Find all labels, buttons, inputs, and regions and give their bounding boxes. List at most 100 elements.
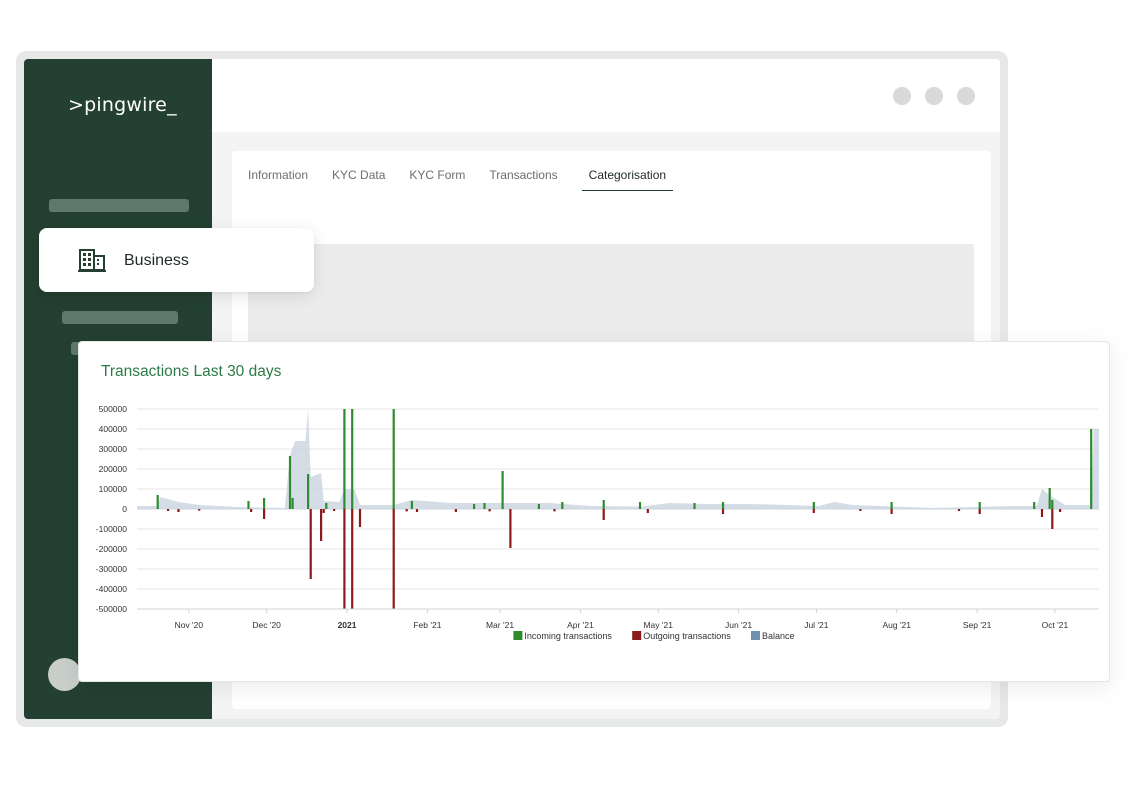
- incoming-bar: [812, 502, 815, 509]
- outgoing-bar: [859, 509, 862, 511]
- tab-bar: Information KYC Data KYC Form Transactio…: [248, 168, 674, 191]
- outgoing-bar: [320, 509, 323, 541]
- balance-area: [137, 409, 1099, 509]
- app-logo[interactable]: >pingwire_: [68, 94, 177, 116]
- window-dot-icon[interactable]: [925, 87, 943, 105]
- sidebar-nav-placeholder[interactable]: [49, 199, 189, 212]
- legend-label: Incoming transactions: [524, 631, 612, 641]
- incoming-bar: [307, 474, 310, 509]
- y-tick-label: -500000: [96, 604, 127, 614]
- x-tick-label: Apr '21: [567, 620, 594, 630]
- incoming-bar: [392, 409, 395, 509]
- outgoing-bar: [721, 509, 725, 514]
- incoming-bar: [156, 495, 159, 509]
- tab-information[interactable]: Information: [248, 168, 320, 191]
- incoming-bar: [638, 502, 642, 509]
- x-tick-label: Feb '21: [413, 620, 441, 630]
- outgoing-bar: [309, 509, 312, 579]
- legend-label: Balance: [762, 631, 795, 641]
- incoming-bar: [247, 501, 250, 509]
- incoming-bar: [693, 503, 696, 509]
- y-tick-label: -100000: [96, 524, 127, 534]
- tab-transactions[interactable]: Transactions: [477, 168, 569, 191]
- incoming-bar: [410, 501, 413, 509]
- incoming-bar: [343, 409, 346, 509]
- x-tick-label: Aug '21: [882, 620, 911, 630]
- sidebar-nav-placeholder[interactable]: [62, 311, 178, 324]
- outgoing-bar: [454, 509, 457, 512]
- incoming-bar: [1090, 429, 1093, 509]
- x-tick-label: Jun '21: [725, 620, 752, 630]
- outgoing-bar: [553, 509, 556, 512]
- outgoing-bar: [890, 509, 893, 514]
- outgoing-bar: [351, 509, 354, 609]
- y-tick-label: 100000: [99, 484, 128, 494]
- incoming-bar: [351, 409, 354, 509]
- incoming-bar: [483, 503, 486, 509]
- outgoing-bar: [1051, 509, 1054, 529]
- outgoing-bar: [333, 509, 336, 511]
- incoming-bar: [291, 498, 294, 509]
- incoming-bar: [288, 456, 292, 509]
- x-tick-label: Mar '21: [486, 620, 514, 630]
- incoming-bar: [978, 502, 981, 509]
- building-icon: [78, 249, 106, 272]
- legend-swatch: [632, 631, 642, 640]
- content-placeholder: [248, 244, 974, 354]
- user-avatar[interactable]: [48, 658, 81, 691]
- transactions-chart-panel: Transactions Last 30 days 500000 400000 30…: [78, 341, 1110, 682]
- outgoing-bar: [415, 509, 419, 512]
- incoming-bar: [263, 498, 266, 509]
- outgoing-bar: [167, 509, 170, 511]
- outgoing-bar: [198, 509, 201, 511]
- business-card[interactable]: Business: [39, 228, 314, 292]
- y-tick-label: -200000: [96, 544, 127, 554]
- outgoing-bar: [957, 509, 961, 511]
- outgoing-bar: [1040, 509, 1044, 517]
- y-tick-label: 0: [122, 504, 127, 514]
- outgoing-bar: [358, 509, 362, 527]
- tab-categorisation[interactable]: Categorisation: [581, 168, 674, 191]
- outgoing-bar: [392, 509, 395, 609]
- x-tick-label: Sep '21: [963, 620, 992, 630]
- incoming-bar: [501, 471, 504, 509]
- incoming-bar: [1051, 500, 1054, 509]
- incoming-bar: [1048, 488, 1051, 509]
- incoming-bar: [537, 504, 540, 509]
- x-tick-label: Jul '21: [804, 620, 829, 630]
- x-tick-label: Oct '21: [1042, 620, 1069, 630]
- x-tick-label: Nov '20: [175, 620, 204, 630]
- incoming-bar: [890, 502, 893, 509]
- y-tick-label: 300000: [99, 444, 128, 454]
- y-tick-label: 500000: [99, 404, 128, 414]
- outgoing-bar: [263, 509, 266, 519]
- legend-label: Outgoing transactions: [643, 631, 731, 641]
- window-dot-icon[interactable]: [893, 87, 911, 105]
- tab-kyc-form[interactable]: KYC Form: [397, 168, 477, 191]
- business-label: Business: [124, 252, 189, 269]
- top-bar: [212, 59, 1000, 132]
- outgoing-bar: [812, 509, 815, 513]
- y-tick-label: 400000: [99, 424, 128, 434]
- incoming-bar: [1033, 502, 1036, 509]
- outgoing-bar: [646, 509, 649, 513]
- incoming-bar: [721, 502, 725, 509]
- transactions-chart: 500000 400000 300000 200000 100000 0 -100000 -2…: [96, 404, 1099, 641]
- outgoing-bar: [488, 509, 491, 512]
- incoming-bar: [473, 504, 476, 509]
- outgoing-bar: [978, 509, 981, 514]
- outgoing-bar: [322, 509, 325, 513]
- outgoing-bar: [343, 509, 346, 609]
- y-tick-label: -400000: [96, 584, 127, 594]
- outgoing-bar: [1059, 509, 1062, 512]
- x-tick-label: Dec '20: [252, 620, 281, 630]
- y-tick-label: 200000: [99, 464, 128, 474]
- incoming-bar: [561, 502, 564, 509]
- window-dot-icon[interactable]: [957, 87, 975, 105]
- outgoing-bar: [602, 509, 605, 520]
- incoming-bar: [602, 500, 605, 509]
- tab-kyc-data[interactable]: KYC Data: [320, 168, 397, 191]
- outgoing-bar: [509, 509, 512, 548]
- y-tick-label: -300000: [96, 564, 127, 574]
- legend-swatch: [513, 631, 523, 640]
